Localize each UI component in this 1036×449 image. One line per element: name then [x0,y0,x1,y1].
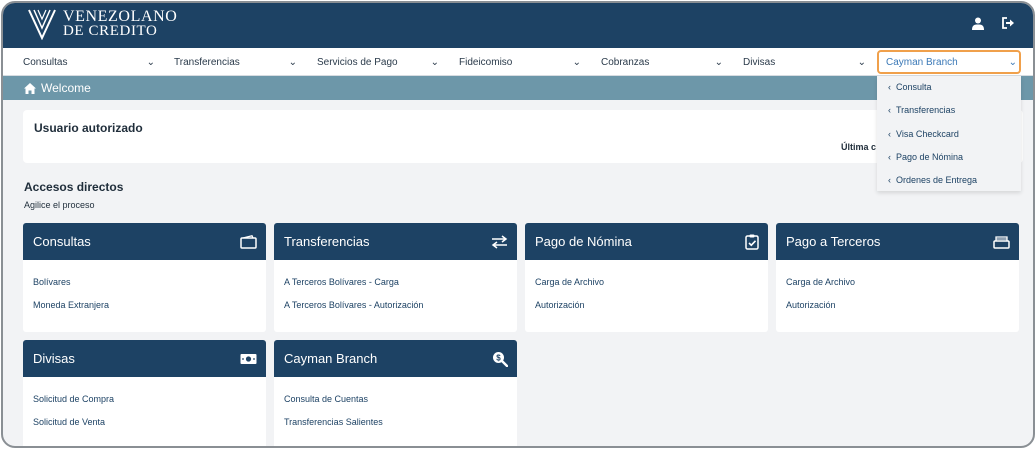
card-header[interactable]: Pago a Terceros [776,223,1019,260]
nav-transferencias[interactable]: Transferencias ⌄ [154,48,305,76]
main-nav: Consultas ⌄ Transferencias ⌄ Servicios d… [3,48,1033,76]
nav-servicios-de-pago[interactable]: Servicios de Pago ⌄ [297,48,447,76]
chevron-down-icon: ⌄ [572,56,581,68]
chevron-down-icon: ⌄ [714,56,723,68]
shortcuts-title: Accesos directos [24,180,124,194]
user-panel-title: Usuario autorizado [34,121,143,135]
last-access-label: Última c [841,142,877,152]
top-header: VENEZOLANO DE CREDITO [3,3,1033,48]
chevron-left-icon: ‹ [888,82,891,92]
card-link[interactable]: Solicitud de Compra [33,394,114,404]
logo-text: VENEZOLANO DE CREDITO [63,8,178,39]
wallet-icon [240,234,257,249]
nav-label: Consultas [23,56,68,68]
card-title: Transferencias [284,234,370,249]
nav-consultas[interactable]: Consultas ⌄ [3,48,163,76]
card-header[interactable]: Pago de Nómina [525,223,768,260]
logo-emblem-icon [28,9,56,40]
chevron-left-icon: ‹ [888,129,891,139]
dropdown-item-label: Visa Checkcard [896,129,959,139]
chevron-left-icon: ‹ [888,175,891,185]
dropdown-item-visa-checkcard[interactable]: ‹ Visa Checkcard [888,129,959,139]
nav-label: Cobranzas [601,56,650,68]
chevron-down-icon: ⌄ [857,56,866,68]
dropdown-item-consulta[interactable]: ‹ Consulta [888,82,932,92]
card-consultas: Consultas Bolívares Moneda Extranjera [23,223,266,332]
nav-label: Servicios de Pago [317,56,398,68]
logout-icon[interactable] [1002,17,1015,29]
cash-register-icon [993,235,1010,249]
dropdown-item-transferencias[interactable]: ‹ Transferencias [888,105,955,115]
chevron-left-icon: ‹ [888,105,891,115]
card-pago-a-terceros: Pago a Terceros Carga de Archivo Autoriz… [776,223,1019,332]
dropdown-item-label: Pago de Nómina [896,152,964,162]
dropdown-item-label: Transferencias [896,105,956,115]
card-header[interactable]: Transferencias [274,223,517,260]
breadcrumb-label[interactable]: Welcome [41,81,91,95]
card-link[interactable]: Consulta de Cuentas [284,394,368,404]
transfer-arrows-icon [491,234,508,249]
card-link[interactable]: Solicitud de Venta [33,417,105,427]
dropdown-item-label: Consulta [896,82,932,92]
chevron-left-icon: ‹ [888,152,891,162]
chevron-down-icon: ⌄ [288,56,297,68]
card-link[interactable]: A Terceros Bolívares - Carga [284,277,399,287]
card-cayman-branch: Cayman Branch $ Consulta de Cuentas Tran… [274,340,517,446]
card-pago-de-nomina: Pago de Nómina Carga de Archivo Autoriza… [525,223,768,332]
card-title: Divisas [33,351,75,366]
header-actions [972,17,1015,30]
logo-line1: VENEZOLANO [63,8,178,25]
card-link[interactable]: Carga de Archivo [786,277,855,287]
user-panel: Usuario autorizado Última c [23,110,1023,163]
card-divisas: Divisas Solicitud de Compra Solicitud de… [23,340,266,446]
nav-label: Divisas [743,56,776,68]
nav-cobranzas[interactable]: Cobranzas ⌄ [581,48,731,76]
card-title: Pago a Terceros [786,234,881,249]
card-link[interactable]: Autorización [786,300,836,310]
banknote-icon [240,353,257,364]
card-link[interactable]: A Terceros Bolívares - Autorización [284,300,423,310]
cayman-branch-dropdown: ‹ Consulta ‹ Transferencias ‹ Visa Check… [877,76,1021,191]
chevron-down-icon: ⌄ [430,56,439,68]
card-header[interactable]: Divisas [23,340,266,377]
nav-label: Cayman Branch [886,56,958,68]
card-link[interactable]: Carga de Archivo [535,277,604,287]
card-link[interactable]: Autorización [535,300,585,310]
nav-label: Transferencias [174,56,240,68]
card-transferencias: Transferencias A Terceros Bolívares - Ca… [274,223,517,332]
app-window: VENEZOLANO DE CREDITO Consultas ⌄ Transf… [1,1,1035,448]
dropdown-item-ordenes-de-entrega[interactable]: ‹ Ordenes de Entrega [888,175,977,185]
user-icon[interactable] [972,17,984,30]
card-link[interactable]: Bolívares [33,277,71,287]
logo-line2: DE CREDITO [63,23,158,39]
clipboard-check-icon [745,234,759,250]
search-dollar-icon: $ [493,351,508,367]
nav-divisas[interactable]: Divisas ⌄ [723,48,874,76]
card-header[interactable]: Consultas [23,223,266,260]
home-icon[interactable] [24,82,36,94]
shortcuts-subtitle: Agilice el proceso [24,200,95,210]
nav-fideicomiso[interactable]: Fideicomiso ⌄ [439,48,589,76]
svg-text:$: $ [496,353,501,362]
card-title: Pago de Nómina [535,234,632,249]
nav-label: Fideicomiso [459,56,513,68]
card-title: Consultas [33,234,91,249]
chevron-down-icon: ⌄ [1008,56,1017,68]
dropdown-item-pago-de-nomina[interactable]: ‹ Pago de Nómina [888,152,963,162]
card-title: Cayman Branch [284,351,378,366]
bank-logo[interactable]: VENEZOLANO DE CREDITO [27,8,177,40]
dropdown-item-label: Ordenes de Entrega [896,175,978,185]
card-link[interactable]: Transferencias Salientes [284,417,383,427]
card-link[interactable]: Moneda Extranjera [33,300,109,310]
card-header[interactable]: Cayman Branch $ [274,340,517,377]
nav-cayman-branch[interactable]: Cayman Branch ⌄ [877,50,1021,74]
